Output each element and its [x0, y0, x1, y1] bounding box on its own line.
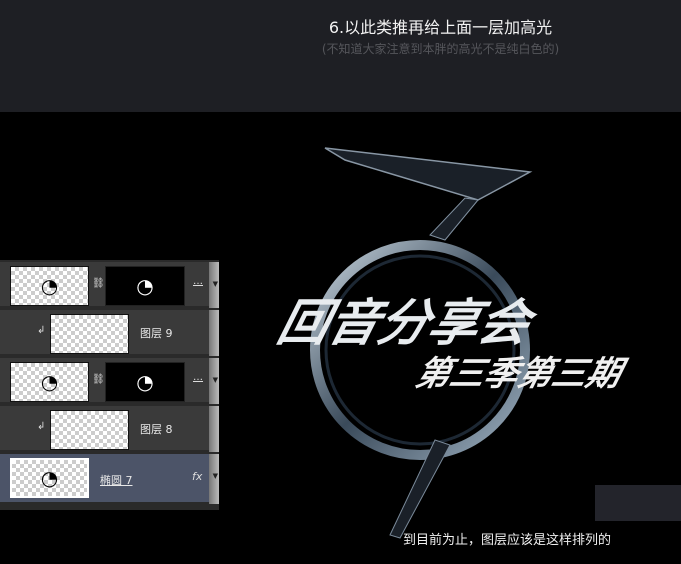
link-icon[interactable]: ⛓ [92, 278, 105, 289]
scrollbar[interactable] [209, 310, 219, 356]
layer-name[interactable]: 椭圆 7 [100, 472, 133, 488]
layer-thumbnail: ◔ [10, 362, 89, 402]
layer-row-shape-mask-2[interactable]: ◔ ⛓ ◔ … ▼ [0, 358, 219, 404]
clip-arrow-icon: ↲ [37, 325, 46, 336]
effects-icon[interactable]: … [193, 372, 203, 383]
logo-artwork: 回音分享会 第三季第三期 [272, 147, 631, 539]
layer-row-ellipse-7[interactable]: ◔ 椭圆 7 fx ▼ [0, 454, 219, 504]
logo-title: 回音分享会 [272, 294, 543, 352]
layer-row-9[interactable]: ↲ 图层 9 [0, 310, 219, 356]
layer-mask-thumbnail: ◔ [105, 266, 185, 306]
clip-arrow-icon: ↲ [37, 421, 46, 432]
scrollbar[interactable]: ▼ [209, 262, 219, 308]
header: 6.以此类推再给上面一层加高光 (不知道大家注意到本胖的高光不是纯白色的) [0, 0, 681, 112]
layer-mask-thumbnail: ◔ [105, 362, 185, 402]
layer-thumbnail [50, 410, 129, 450]
effects-icon[interactable]: … [193, 276, 203, 287]
layer-row-shape-mask-1[interactable]: ◔ ⛓ ◔ … ▼ [0, 262, 219, 308]
step-title: 6.以此类推再给上面一层加高光 [328, 18, 553, 37]
fx-icon[interactable]: fx [192, 470, 202, 483]
layer-thumbnail: ◔ [10, 458, 89, 498]
scrollbar[interactable] [209, 406, 219, 452]
logo-subtitle: 第三季第三期 [412, 354, 631, 393]
scrollbar[interactable]: ▼ [209, 454, 219, 504]
layer-thumbnail: ◔ [10, 266, 89, 306]
step-subtitle: (不知道大家注意到本胖的高光不是纯白色的) [321, 42, 560, 56]
layer-name[interactable]: 图层 8 [140, 421, 173, 437]
layers-panel: ◔ ⛓ ◔ … ▼ ↲ 图层 9 ◔ ⛓ ◔ … ▼ ↲ 图层 8 ◔ 椭圆 7… [0, 260, 219, 510]
caption: 到目前为止，图层应该是这样排列的 [403, 533, 612, 548]
layer-thumbnail [50, 314, 129, 354]
scrollbar[interactable]: ▼ [209, 358, 219, 404]
layer-name[interactable]: 图层 9 [140, 325, 173, 341]
background-block [595, 485, 681, 521]
layer-row-8[interactable]: ↲ 图层 8 [0, 406, 219, 452]
link-icon[interactable]: ⛓ [92, 374, 105, 385]
